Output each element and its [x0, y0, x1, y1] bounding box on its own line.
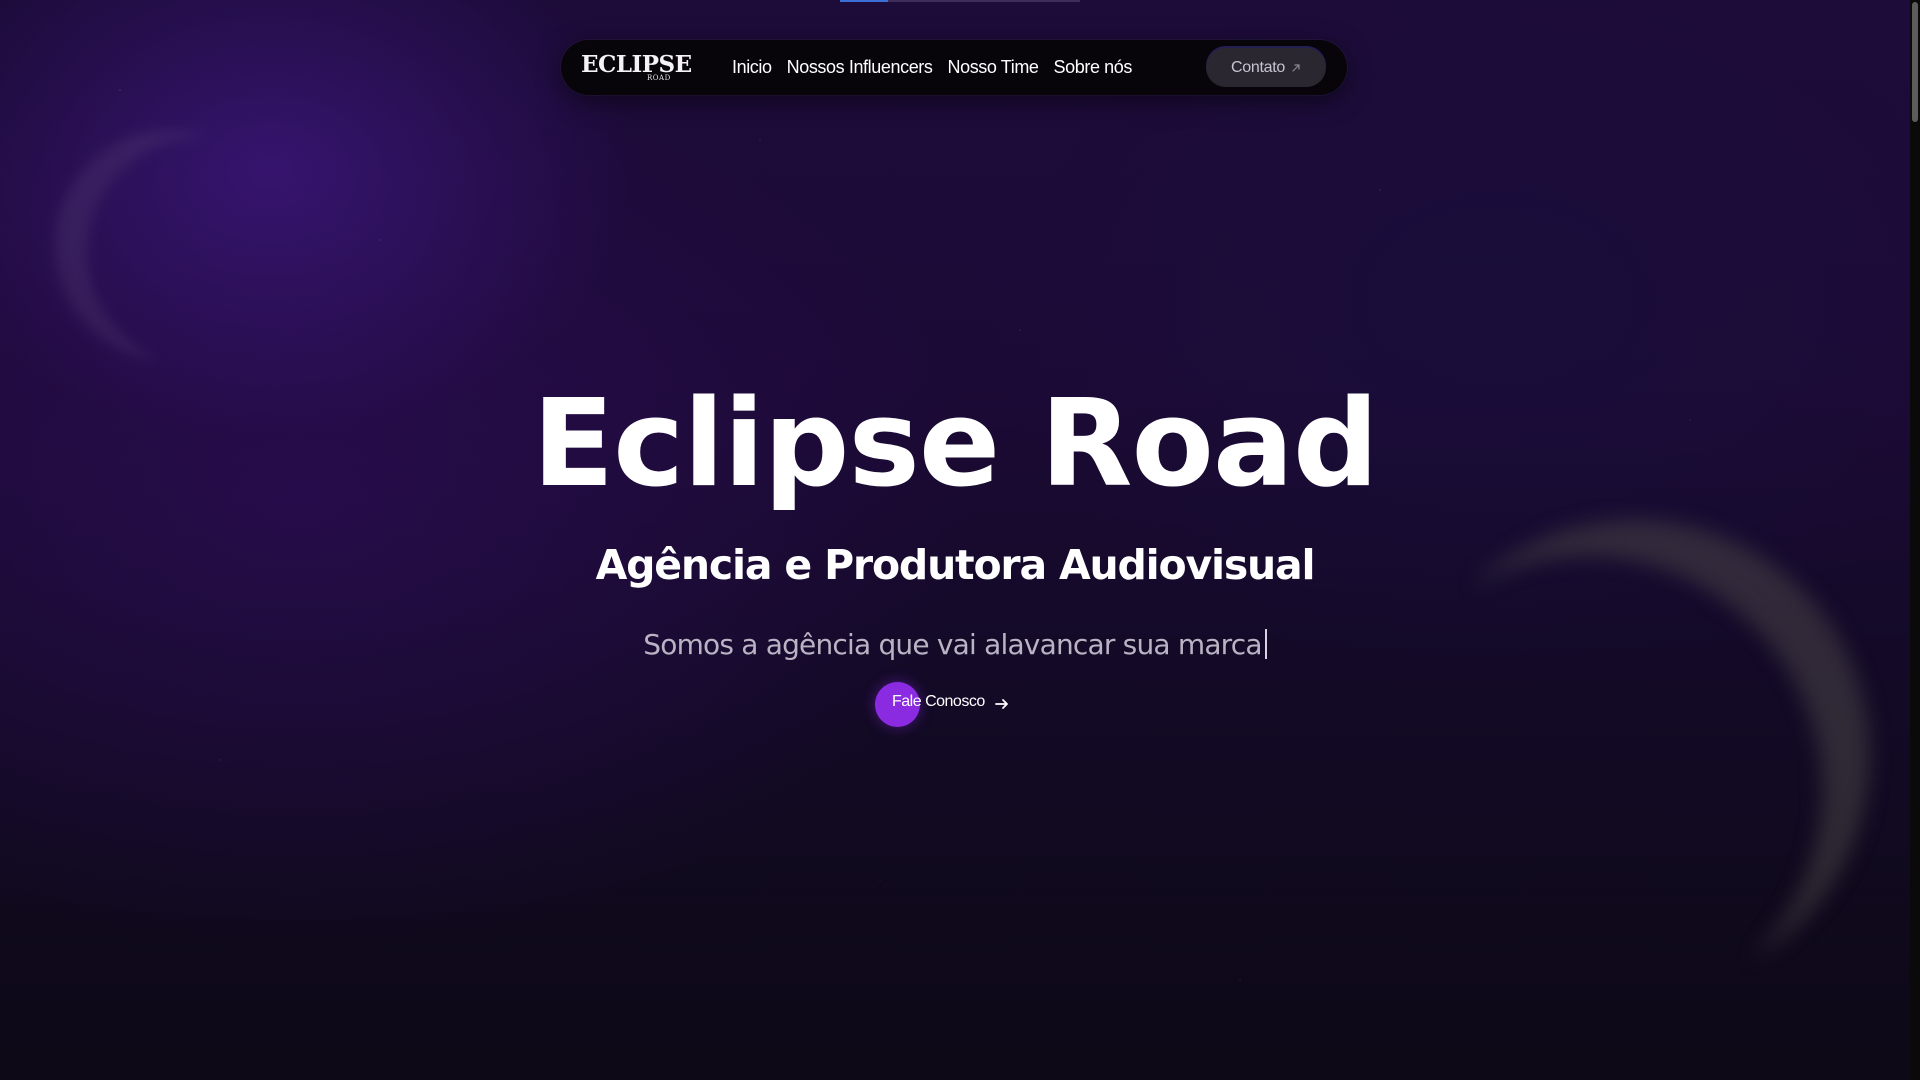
contact-us-button[interactable]: Fale Conosco	[875, 681, 1025, 727]
contact-button[interactable]: Contato	[1206, 48, 1326, 87]
nav-link-sobre-nos[interactable]: Sobre nós	[1054, 57, 1133, 78]
page-progress-fill	[840, 0, 888, 2]
nav-link-nosso-time[interactable]: Nosso Time	[948, 57, 1039, 78]
arrow-up-right-icon	[1292, 63, 1300, 72]
hero-subtitle: Agência e Produtora Audiovisual	[595, 541, 1316, 589]
typing-caret	[1264, 629, 1267, 659]
scrollbar-thumb[interactable]	[1912, 2, 1918, 122]
hero-tagline-text: Somos a agência que vai alavancar sua ma…	[643, 628, 1262, 661]
navbar: ECLIPSE ROAD Inicio Nossos Influencers N…	[561, 40, 1347, 95]
hero-tagline: Somos a agência que vai alavancar sua ma…	[0, 625, 1910, 665]
nav-links: Inicio Nossos Influencers Nosso Time Sob…	[732, 40, 1132, 95]
logo-wordmark: ECLIPSE	[581, 51, 692, 78]
cta-label: Fale Conosco	[892, 693, 985, 710]
hero-title: Eclipse Road	[532, 375, 1379, 514]
logo-subtext: ROAD	[647, 74, 671, 82]
nav-link-nossos-influencers[interactable]: Nossos Influencers	[787, 57, 933, 78]
arrow-right-icon	[995, 699, 1008, 709]
contact-button-label: Contato	[1231, 58, 1285, 76]
nav-link-inicio[interactable]: Inicio	[732, 57, 772, 78]
vertical-scrollbar[interactable]	[1910, 0, 1920, 1080]
hero-background: ECLIPSE ROAD Inicio Nossos Influencers N…	[0, 0, 1910, 1080]
logo[interactable]: ECLIPSE ROAD	[581, 51, 692, 85]
